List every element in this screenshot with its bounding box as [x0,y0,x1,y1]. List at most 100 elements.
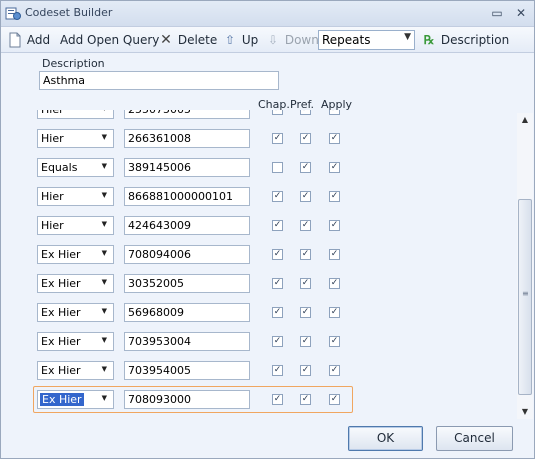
chap-checkbox[interactable]: ✓ [272,110,283,115]
chap-checkbox[interactable]: ✓ [272,336,283,347]
operator-dropdown[interactable]: Hier ▼ [37,129,114,148]
table-row[interactable]: Ex Hier ▼ 708094006 ✓ ✓ ✓ [2,245,517,274]
table-row[interactable]: Hier ▼ 266361008 ✓ ✓ ✓ [2,129,517,158]
operator-value: Hier [41,219,64,232]
table-row[interactable]: Equals ▼ 389145006 ✓ ✓ [2,158,517,187]
pref-checkbox[interactable]: ✓ [300,162,311,173]
pref-checkbox[interactable]: ✓ [300,249,311,260]
apply-checkbox[interactable]: ✓ [329,110,340,115]
apply-checkbox[interactable]: ✓ [329,278,340,289]
code-input[interactable]: 389145006 [124,158,250,177]
table-row[interactable]: Ex Hier ▼ 56968009 ✓ ✓ ✓ [2,303,517,332]
pref-checkbox[interactable]: ✓ [300,191,311,202]
operator-value: Ex Hier [41,335,81,348]
table-row[interactable]: Hier ▼ 424643009 ✓ ✓ ✓ [2,216,517,245]
operator-dropdown[interactable]: Equals ▼ [37,158,114,177]
pref-checkbox[interactable]: ✓ [300,307,311,318]
delete-button[interactable]: ✕ Delete [158,32,217,48]
new-page-icon [9,32,21,48]
apply-checkbox[interactable]: ✓ [329,220,340,231]
chap-checkbox[interactable]: ✓ [272,278,283,289]
code-input[interactable]: 266361008 [124,129,250,148]
code-input[interactable]: 30352005 [124,274,250,293]
arrow-up-icon: ⇧ [224,33,236,47]
pref-checkbox[interactable]: ✓ [300,220,311,231]
operator-dropdown[interactable]: Ex Hier ▼ [37,245,114,264]
operator-dropdown[interactable]: Hier ▼ [37,187,114,206]
description-label: Description [42,57,105,70]
operator-dropdown[interactable]: Ex Hier ▼ [37,274,114,293]
pref-checkbox[interactable]: ✓ [300,336,311,347]
operator-dropdown[interactable]: Ex Hier ▼ [37,332,114,351]
ok-button[interactable]: OK [348,426,423,451]
table-row[interactable]: Hier ▼ 255075005 ✓ ✓ ✓ [2,110,517,129]
grid-viewport: Hier▼255075005✓✓✓Hier▼266361008✓✓✓Equals… [2,110,517,418]
chap-checkbox[interactable]: ✓ [272,307,283,318]
chap-checkbox[interactable]: ✓ [272,133,283,144]
up-button[interactable]: ⇧ Up [222,32,258,48]
pref-checkbox[interactable]: ✓ [300,394,311,405]
code-input[interactable]: 708094006 [124,245,250,264]
chevron-down-icon: ▼ [101,307,107,315]
code-input[interactable]: 703954005 [124,361,250,380]
chap-checkbox[interactable]: ✓ [272,394,283,405]
operator-dropdown[interactable]: Ex Hier ▼ [37,361,114,380]
operator-value: Ex Hier [41,364,81,377]
add-label: Add [26,33,51,47]
grip-icon: ≡ [522,289,529,298]
code-input[interactable]: 424643009 [124,216,250,235]
pref-checkbox[interactable]: ✓ [300,110,311,115]
chevron-down-icon: ▼ [404,32,411,42]
vertical-scrollbar[interactable]: ▲ ≡ ▼ [517,113,533,419]
table-row[interactable]: Hier ▼ 866881000000101 ✓ ✓ ✓ [2,187,517,216]
table-row[interactable]: Ex Hier ▼ 703953004 ✓ ✓ ✓ [2,332,517,361]
apply-checkbox[interactable]: ✓ [329,133,340,144]
code-input[interactable]: 866881000000101 [124,187,250,206]
cancel-button[interactable]: Cancel [436,426,513,451]
apply-checkbox[interactable]: ✓ [329,365,340,376]
code-input[interactable]: 703953004 [124,332,250,351]
apply-checkbox[interactable]: ✓ [329,249,340,260]
chevron-down-icon: ▼ [101,336,107,344]
scroll-thumb[interactable]: ≡ [518,199,532,395]
operator-value: Hier [41,132,64,145]
operator-value: Hier [41,190,64,203]
code-input[interactable]: 56968009 [124,303,250,322]
scroll-down-icon[interactable]: ▼ [517,405,533,419]
down-button[interactable]: ⇩ Down [265,32,319,48]
table-row[interactable]: Ex Hier ▼ 30352005 ✓ ✓ ✓ [2,274,517,303]
title-bar: Codeset Builder ▭ ✕ [1,1,534,27]
chap-checkbox[interactable]: ✓ [272,191,283,202]
operator-dropdown[interactable]: Ex Hier ▼ [37,303,114,322]
chap-checkbox[interactable]: ✓ [272,249,283,260]
operator-dropdown[interactable]: Ex Hier ▼ [37,390,114,409]
operator-value: Ex Hier [41,277,81,290]
apply-checkbox[interactable]: ✓ [329,307,340,318]
chevron-down-icon: ▼ [102,110,107,112]
pref-checkbox[interactable]: ✓ [300,278,311,289]
pref-checkbox[interactable]: ✓ [300,365,311,376]
minimize-button[interactable]: ▭ [489,5,505,21]
add-open-query-button[interactable]: Add Open Query [60,32,159,48]
chap-checkbox[interactable]: ✓ [272,365,283,376]
add-button[interactable]: Add [7,32,50,48]
apply-checkbox[interactable]: ✓ [329,336,340,347]
description-input[interactable]: Asthma [39,71,279,90]
close-button[interactable]: ✕ [513,5,529,21]
apply-checkbox[interactable]: ✓ [329,394,340,405]
pref-checkbox[interactable]: ✓ [300,133,311,144]
apply-checkbox[interactable]: ✓ [329,191,340,202]
table-row[interactable]: Ex Hier ▼ 708093000 ✓ ✓ ✓ [2,386,517,418]
description-button[interactable]: ℞ Description [421,32,510,48]
scroll-up-icon[interactable]: ▲ [517,113,533,127]
code-input[interactable]: 255075005 [124,110,250,119]
apply-checkbox[interactable]: ✓ [329,162,340,173]
operator-dropdown[interactable]: Hier ▼ [37,216,114,235]
chevron-down-icon: ▼ [101,278,107,286]
operator-dropdown[interactable]: Hier ▼ [37,110,114,119]
code-input[interactable]: 708093000 [124,390,250,409]
up-label: Up [241,33,259,47]
chap-checkbox[interactable]: ✓ [272,220,283,231]
repeats-dropdown[interactable]: Repeats ▼ [318,30,415,50]
chap-checkbox[interactable] [272,162,283,173]
